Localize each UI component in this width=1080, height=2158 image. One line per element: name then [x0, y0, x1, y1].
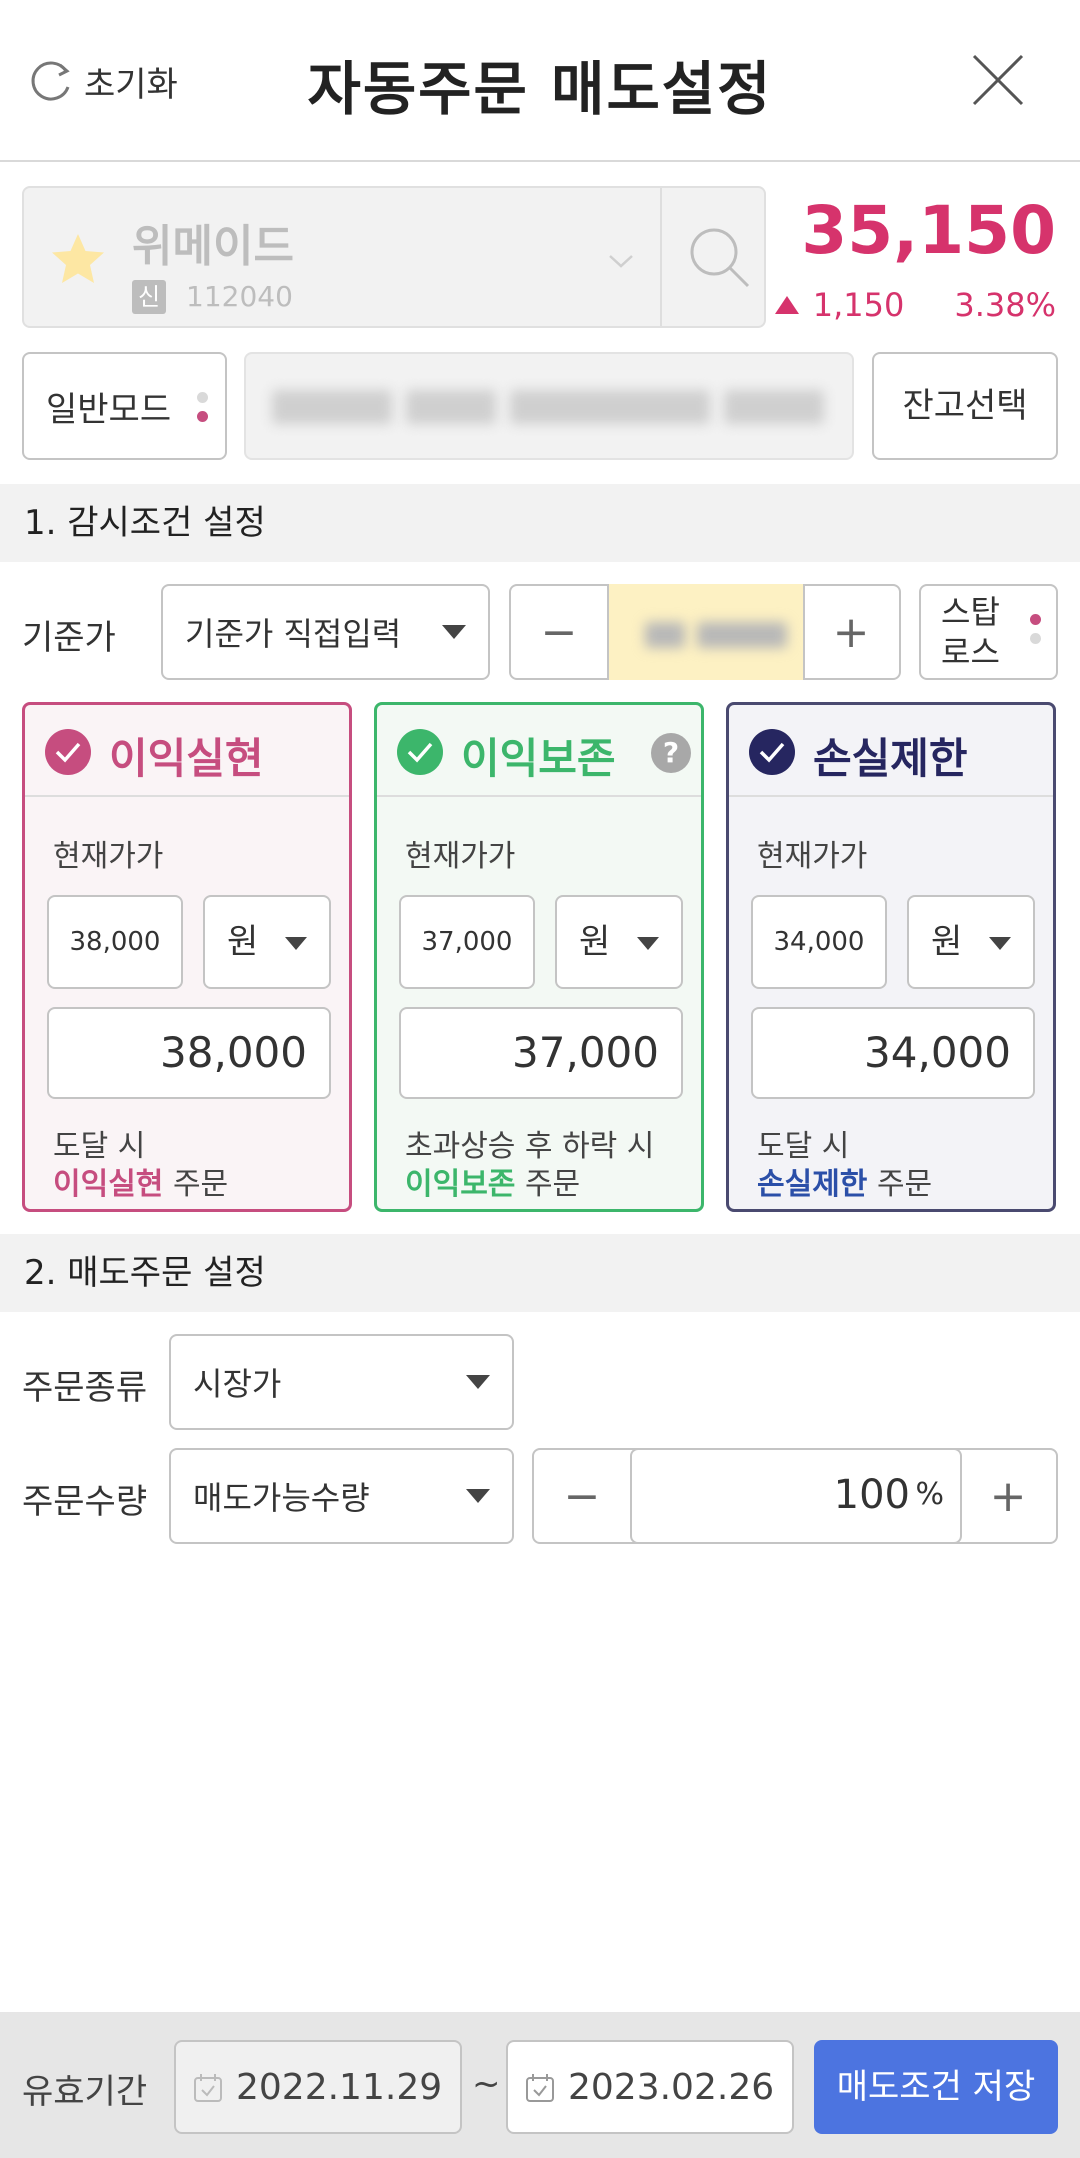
stock-name: 위메이드: [132, 221, 294, 272]
order-type-value: 시장가: [193, 1365, 282, 1403]
card-price-small[interactable]: 37,000: [399, 895, 535, 989]
order-qty-type-value: 매도가능수량: [193, 1479, 370, 1517]
order-qty-stepper[interactable]: − 100 % +: [532, 1448, 1058, 1544]
more-dots-icon: [1030, 614, 1042, 652]
masked-account: [724, 390, 824, 424]
change-amount: 1,150: [812, 286, 905, 324]
check-icon[interactable]: [749, 729, 795, 775]
masked-account: [510, 390, 710, 424]
current-price: 35,150: [801, 192, 1056, 269]
masked-account: [272, 390, 392, 424]
base-price-type-value: 기준가 직접입력: [185, 615, 402, 653]
check-icon[interactable]: [45, 729, 91, 775]
order-type-label: 주문종류: [22, 1368, 148, 1408]
search-icon[interactable]: [684, 222, 754, 292]
divider: [660, 188, 662, 326]
order-type-select[interactable]: 시장가: [169, 1334, 514, 1430]
increment-button[interactable]: +: [960, 1450, 1056, 1542]
star-icon[interactable]: [48, 230, 108, 290]
calendar-icon: [526, 2074, 554, 2102]
card-price-input[interactable]: 34,000: [751, 1007, 1035, 1099]
card-subtitle: 현재가가: [757, 839, 868, 874]
price-change: 1,150 3.38%: [774, 286, 1056, 324]
stop-loss-button[interactable]: 스탑 로스: [919, 584, 1058, 680]
decrement-button[interactable]: −: [534, 1450, 630, 1542]
card-header: 손실제한: [729, 705, 1053, 797]
card-price-small[interactable]: 38,000: [47, 895, 183, 989]
calendar-icon: [194, 2074, 222, 2102]
order-qty-unit: %: [915, 1477, 944, 1512]
card-subtitle: 현재가가: [53, 839, 164, 874]
chevron-down-icon: [285, 937, 307, 950]
card-profit-preserve[interactable]: 이익보존 ? 현재가가 37,000 원 37,000 초과상승 후 하락 시 …: [374, 702, 704, 1212]
stock-badge: 신: [132, 280, 166, 314]
card-desc-order: 이익보존 주문: [405, 1167, 581, 1202]
balance-select-button[interactable]: 잔고선택: [872, 352, 1058, 460]
mode-label: 일반모드: [46, 389, 172, 430]
order-qty-label: 주문수량: [22, 1482, 148, 1522]
header-bar: 초기화 자동주문 매도설정: [0, 0, 1080, 162]
stock-code: 112040: [186, 280, 293, 313]
chevron-down-icon: [637, 937, 659, 950]
close-icon[interactable]: [968, 50, 1028, 110]
chevron-down-icon: [466, 1375, 490, 1389]
masked-value: [697, 622, 787, 648]
check-icon[interactable]: [397, 729, 443, 775]
valid-period-label: 유효기간: [22, 2072, 148, 2112]
card-price-input[interactable]: 37,000: [399, 1007, 683, 1099]
card-desc-order: 손실제한 주문: [757, 1167, 933, 1202]
more-dots-icon: [197, 392, 209, 430]
card-take-profit[interactable]: 이익실현 현재가가 38,000 원 38,000 도달 시 이익실현 주문: [22, 702, 352, 1212]
footer-bar: 유효기간 2022.11.29 ~ 2023.02.26 매도조건 저장: [0, 2012, 1080, 2158]
help-icon[interactable]: ?: [651, 733, 691, 773]
end-date-field[interactable]: 2023.02.26: [506, 2040, 794, 2134]
page-title: 자동주문 매도설정: [307, 55, 773, 123]
mode-button[interactable]: 일반모드: [22, 352, 227, 460]
section-sell-order: 2. 매도주문 설정: [0, 1234, 1080, 1312]
start-date-field[interactable]: 2022.11.29: [174, 2040, 462, 2134]
card-title: 이익보존: [461, 734, 616, 783]
chevron-down-icon: [442, 625, 466, 639]
section-monitor-condition: 1. 감시조건 설정: [0, 484, 1080, 562]
base-price-label: 기준가: [22, 618, 116, 658]
card-subtitle: 현재가가: [405, 839, 516, 874]
up-arrow-icon: [774, 296, 799, 314]
card-stop-loss[interactable]: 손실제한 현재가가 34,000 원 34,000 도달 시 손실제한 주문: [726, 702, 1056, 1212]
order-qty-value: 100: [833, 1472, 910, 1518]
chevron-down-icon: [989, 937, 1011, 950]
increment-button[interactable]: +: [803, 586, 899, 678]
card-price-small[interactable]: 34,000: [751, 895, 887, 989]
order-qty-input[interactable]: 100 %: [630, 1448, 962, 1544]
card-unit-select[interactable]: 원: [203, 895, 331, 989]
card-unit-select[interactable]: 원: [907, 895, 1035, 989]
card-unit-select[interactable]: 원: [555, 895, 683, 989]
change-percent: 3.38%: [954, 286, 1056, 324]
base-price-type-select[interactable]: 기준가 직접입력: [161, 584, 490, 680]
card-header: 이익보존 ?: [377, 705, 701, 797]
chevron-down-icon: [466, 1489, 490, 1503]
account-selector[interactable]: [244, 352, 854, 460]
stock-selector[interactable]: 위메이드 신 112040: [22, 186, 766, 328]
base-price-stepper[interactable]: − +: [509, 584, 901, 680]
end-date-value: 2023.02.26: [568, 2066, 775, 2108]
base-price-input[interactable]: [607, 584, 805, 680]
card-title: 손실제한: [813, 734, 968, 783]
chevron-down-icon[interactable]: [604, 244, 638, 278]
save-condition-button[interactable]: 매도조건 저장: [814, 2040, 1058, 2134]
decrement-button[interactable]: −: [511, 586, 607, 678]
start-date-value: 2022.11.29: [236, 2066, 443, 2108]
card-price-input[interactable]: 38,000: [47, 1007, 331, 1099]
date-separator: ~: [472, 2064, 501, 2104]
stop-loss-label: 스탑 로스: [941, 593, 1000, 671]
masked-value: [645, 622, 685, 648]
masked-account: [406, 390, 496, 424]
card-header: 이익실현: [25, 705, 349, 797]
card-desc-order: 이익실현 주문: [53, 1167, 229, 1202]
card-title: 이익실현: [109, 734, 264, 783]
order-qty-type-select[interactable]: 매도가능수량: [169, 1448, 514, 1544]
